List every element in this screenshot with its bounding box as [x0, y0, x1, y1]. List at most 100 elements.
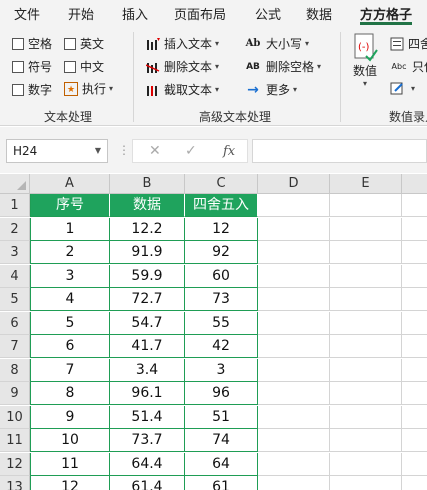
checkbox-box[interactable]	[12, 60, 24, 73]
empty-cell[interactable]	[258, 358, 330, 382]
value-button[interactable]: (-) 数值 ▾	[352, 32, 378, 88]
row-header[interactable]: 11	[0, 429, 30, 452]
table-cell[interactable]: 73.7	[110, 429, 185, 452]
tab-data[interactable]: 数据	[306, 4, 332, 23]
column-header-e[interactable]: E	[330, 174, 402, 194]
checkbox-space[interactable]: 空格	[12, 35, 52, 52]
tab-file[interactable]: 文件	[14, 4, 40, 23]
name-box[interactable]: H24 ▼	[6, 139, 108, 163]
table-cell[interactable]: 3	[185, 358, 258, 382]
empty-cell[interactable]	[330, 288, 402, 311]
checkbox-symbol[interactable]: 符号	[12, 58, 52, 75]
row-header[interactable]: 3	[0, 241, 30, 264]
empty-cell[interactable]	[330, 264, 402, 288]
spreadsheet-grid[interactable]: A B C D E 1 序号 数据 四舍五入 2 1 12.2 12 3 2 91.9 92 4 3 59.9 60 5 4…	[0, 174, 427, 490]
checkbox-box[interactable]	[12, 83, 24, 96]
empty-cell[interactable]	[330, 194, 402, 217]
empty-cell[interactable]	[402, 335, 427, 358]
row-header[interactable]: 10	[0, 405, 30, 429]
table-cell[interactable]: 51.4	[110, 405, 185, 429]
table-cell[interactable]: 73	[185, 288, 258, 311]
table-cell[interactable]: 55	[185, 311, 258, 335]
table-header-cell[interactable]: 四舍五入	[185, 194, 258, 217]
table-cell[interactable]: 6	[30, 335, 110, 358]
empty-cell[interactable]	[258, 335, 330, 358]
empty-cell[interactable]	[330, 311, 402, 335]
checkbox-box[interactable]	[64, 60, 76, 73]
table-cell[interactable]: 74	[185, 429, 258, 452]
column-header-d[interactable]: D	[258, 174, 330, 194]
row-header[interactable]: 6	[0, 311, 30, 335]
empty-cell[interactable]	[330, 452, 402, 476]
empty-cell[interactable]	[330, 358, 402, 382]
table-cell[interactable]: 60	[185, 264, 258, 288]
column-header-f[interactable]	[402, 174, 427, 194]
empty-cell[interactable]	[402, 288, 427, 311]
table-cell[interactable]: 61	[185, 476, 258, 490]
cancel-icon[interactable]: ✕	[149, 143, 161, 159]
row-header[interactable]: 8	[0, 358, 30, 382]
table-cell[interactable]: 54.7	[110, 311, 185, 335]
empty-cell[interactable]	[258, 194, 330, 217]
checkbox-box[interactable]	[64, 37, 76, 50]
empty-cell[interactable]	[258, 264, 330, 288]
empty-cell[interactable]	[258, 429, 330, 452]
tab-page-layout[interactable]: 页面布局	[174, 4, 226, 23]
empty-cell[interactable]	[258, 476, 330, 490]
row-header[interactable]: 4	[0, 264, 30, 288]
round-button[interactable]: 四舍	[390, 35, 427, 52]
empty-cell[interactable]	[402, 453, 427, 476]
empty-cell[interactable]	[330, 429, 402, 452]
table-cell[interactable]: 91.9	[110, 241, 185, 264]
table-cell[interactable]: 8	[30, 382, 110, 405]
empty-cell[interactable]	[402, 406, 427, 429]
change-case-button[interactable]: Ab 大小写 ▾	[244, 35, 309, 52]
table-cell[interactable]: 72.7	[110, 288, 185, 311]
empty-cell[interactable]	[258, 452, 330, 476]
keep-only-button[interactable]: Abc 只保	[390, 58, 427, 75]
empty-cell[interactable]	[402, 312, 427, 335]
table-cell[interactable]: 10	[30, 429, 110, 452]
table-header-cell[interactable]: 序号	[30, 194, 110, 217]
remove-spaces-button[interactable]: AB 删除空格 ▾	[244, 58, 321, 75]
insert-text-button[interactable]: 插入文本 ▾	[146, 35, 219, 52]
table-cell[interactable]: 61.4	[110, 476, 185, 490]
table-cell[interactable]: 96	[185, 382, 258, 405]
extract-text-button[interactable]: 截取文本 ▾	[146, 81, 219, 98]
row-header[interactable]: 9	[0, 382, 30, 405]
column-header-a[interactable]: A	[30, 174, 110, 194]
table-cell[interactable]: 51	[185, 405, 258, 429]
empty-cell[interactable]	[330, 405, 402, 429]
table-cell[interactable]: 42	[185, 335, 258, 358]
empty-cell[interactable]	[330, 382, 402, 405]
row-header[interactable]: 12	[0, 452, 30, 476]
table-cell[interactable]: 3	[30, 264, 110, 288]
empty-cell[interactable]	[330, 241, 402, 264]
empty-cell[interactable]	[402, 476, 427, 490]
insert-function-icon[interactable]: fx	[223, 144, 235, 159]
chevron-down-icon[interactable]: ▼	[95, 146, 101, 155]
row-header[interactable]: 1	[0, 194, 30, 217]
table-cell[interactable]: 12	[185, 217, 258, 241]
confirm-icon[interactable]: ✓	[185, 143, 197, 159]
empty-cell[interactable]	[330, 476, 402, 490]
formula-input[interactable]	[252, 139, 427, 163]
row-header[interactable]: 5	[0, 288, 30, 311]
checkbox-box[interactable]	[12, 37, 24, 50]
empty-cell[interactable]	[258, 382, 330, 405]
empty-cell[interactable]	[258, 311, 330, 335]
select-all-corner[interactable]	[0, 174, 30, 194]
table-cell[interactable]: 3.4	[110, 358, 185, 382]
table-cell[interactable]: 41.7	[110, 335, 185, 358]
empty-cell[interactable]	[258, 288, 330, 311]
empty-cell[interactable]	[258, 217, 330, 241]
empty-cell[interactable]	[402, 241, 427, 264]
table-cell[interactable]: 96.1	[110, 382, 185, 405]
table-cell[interactable]: 9	[30, 405, 110, 429]
row-header[interactable]: 2	[0, 217, 30, 241]
tab-insert[interactable]: 插入	[122, 4, 148, 23]
column-header-c[interactable]: C	[185, 174, 258, 194]
empty-cell[interactable]	[330, 335, 402, 358]
table-cell[interactable]: 64.4	[110, 452, 185, 476]
empty-cell[interactable]	[258, 241, 330, 264]
